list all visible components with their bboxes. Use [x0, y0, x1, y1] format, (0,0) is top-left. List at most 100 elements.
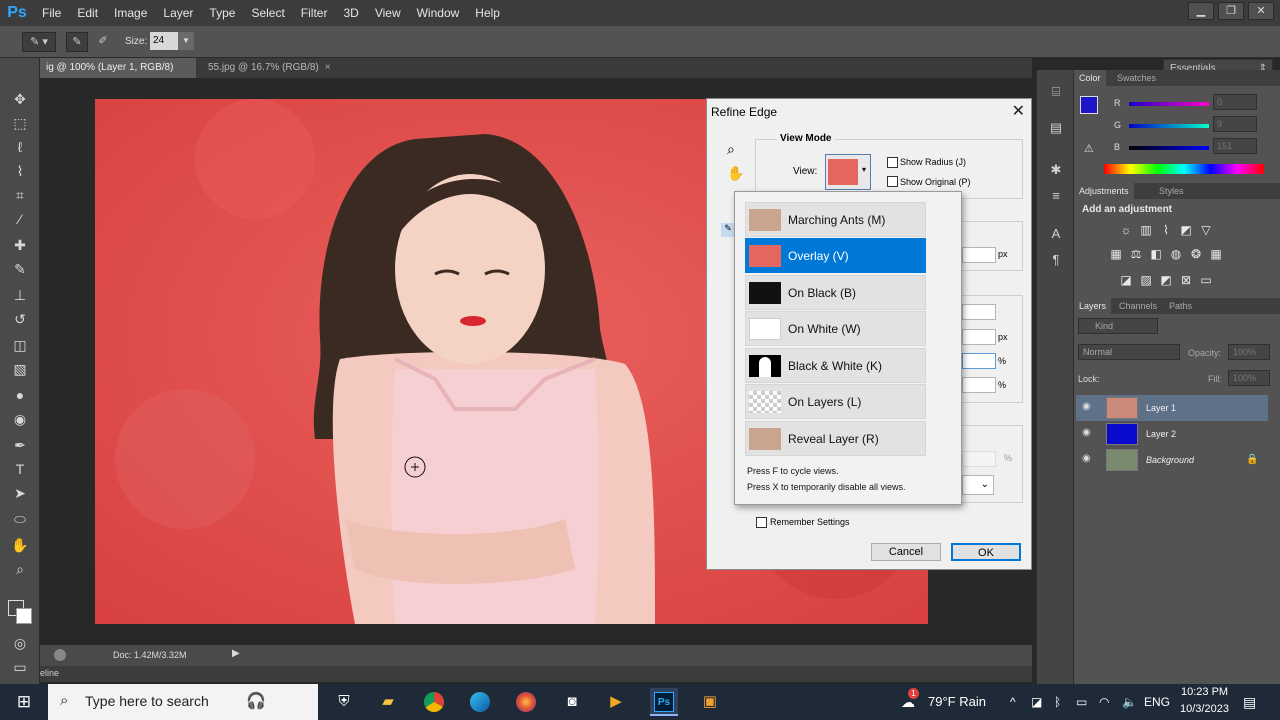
- blend-mode-select[interactable]: Normal: [1078, 344, 1180, 360]
- menu-help[interactable]: Help: [467, 0, 508, 26]
- minimize-button[interactable]: ▁: [1188, 2, 1214, 20]
- firefox-icon[interactable]: [514, 690, 538, 714]
- visibility-eye-icon[interactable]: ◉: [1082, 427, 1091, 438]
- tab-adjustments[interactable]: Adjustments: [1074, 183, 1134, 199]
- chrome-icon[interactable]: [422, 690, 446, 714]
- levels-icon[interactable]: ▥: [1138, 222, 1154, 238]
- black-white-icon[interactable]: ◧: [1148, 246, 1164, 262]
- media-player-icon[interactable]: ▶: [604, 690, 628, 714]
- quick-select-tool-icon[interactable]: ⌇: [8, 160, 32, 182]
- eyedropper-tool-icon[interactable]: ⁄: [8, 208, 32, 230]
- value-r[interactable]: 0: [1213, 94, 1257, 110]
- slider-b[interactable]: [1129, 146, 1209, 150]
- close-window-button[interactable]: ✕: [1248, 2, 1274, 20]
- clock-date[interactable]: 10/3/2023: [1180, 703, 1229, 715]
- hand-tool-icon[interactable]: ✋: [727, 165, 744, 182]
- selective-color-icon[interactable]: ⊠: [1178, 272, 1194, 288]
- size-dropdown-icon[interactable]: ▼: [178, 32, 194, 50]
- menu-3d[interactable]: 3D: [335, 0, 366, 26]
- layer-row-background[interactable]: ◉ Background 🔒: [1076, 447, 1268, 473]
- shape-tool-icon[interactable]: ⬭: [8, 508, 32, 530]
- view-option-on-white[interactable]: On White (W): [745, 311, 926, 346]
- wifi-icon[interactable]: ◠: [1099, 684, 1109, 720]
- value-b[interactable]: 151: [1213, 138, 1257, 154]
- weather-text[interactable]: 79°F Rain: [928, 684, 986, 720]
- exposure-icon[interactable]: ◩: [1178, 222, 1194, 238]
- crop-tool-icon[interactable]: ⌗: [8, 184, 32, 206]
- close-icon[interactable]: ×: [325, 62, 331, 73]
- move-tool-icon[interactable]: ✥: [8, 88, 32, 110]
- brightness-icon[interactable]: ☼: [1118, 222, 1134, 238]
- curves-icon[interactable]: ⌇: [1158, 222, 1174, 238]
- file-explorer-icon[interactable]: ▰: [376, 690, 400, 714]
- background-color-swatch[interactable]: [16, 608, 32, 624]
- menu-filter[interactable]: Filter: [293, 0, 336, 26]
- quick-mask-icon[interactable]: ◎: [8, 632, 32, 654]
- tab-styles[interactable]: Styles: [1154, 183, 1189, 199]
- foreground-color[interactable]: [1080, 96, 1098, 114]
- shift-edge-input[interactable]: [962, 377, 996, 393]
- chevron-up-icon[interactable]: ^: [1010, 684, 1016, 720]
- view-option-black-white[interactable]: Black & White (K): [745, 348, 926, 383]
- battery-icon[interactable]: ▭: [1076, 684, 1087, 720]
- view-option-on-layers[interactable]: On Layers (L): [745, 384, 926, 419]
- pen-tool-icon[interactable]: ✒: [8, 434, 32, 456]
- color-spectrum[interactable]: [1104, 164, 1264, 174]
- ok-button[interactable]: OK: [951, 543, 1021, 561]
- healing-tool-icon[interactable]: ✚: [8, 234, 32, 256]
- layer-filter-select[interactable]: Kind: [1078, 318, 1158, 334]
- security-shield-icon[interactable]: ⛨: [332, 690, 356, 714]
- value-g[interactable]: 9: [1213, 116, 1257, 132]
- hue-saturation-icon[interactable]: ▦: [1108, 246, 1124, 262]
- paragraph-icon[interactable]: ¶: [1046, 250, 1066, 270]
- taskbar-search[interactable]: ⌕ Type here to search 🎧: [48, 684, 318, 720]
- color-balance-icon[interactable]: ⚖: [1128, 246, 1144, 262]
- tab-active-document[interactable]: ig @ 100% (Layer 1, RGB/8) *×: [40, 58, 196, 93]
- output-to-select[interactable]: ⌄: [962, 475, 994, 495]
- fill-input[interactable]: 100%: [1228, 370, 1270, 386]
- size-input[interactable]: 24: [150, 32, 178, 50]
- brush-add-icon[interactable]: ✎: [66, 32, 88, 52]
- app-icon[interactable]: ▣: [698, 690, 722, 714]
- stamp-tool-icon[interactable]: ⊥: [8, 284, 32, 306]
- gradient-map-icon[interactable]: ▭: [1198, 272, 1214, 288]
- gradient-tool-icon[interactable]: ▧: [8, 358, 32, 380]
- slider-r[interactable]: [1129, 102, 1209, 106]
- path-select-icon[interactable]: ➤: [8, 482, 32, 504]
- menu-window[interactable]: Window: [409, 0, 468, 26]
- photo-filter-icon[interactable]: ◍: [1168, 246, 1184, 262]
- tab-paths[interactable]: Paths: [1164, 298, 1197, 314]
- vibrance-icon[interactable]: ▽: [1198, 222, 1214, 238]
- view-option-overlay[interactable]: Overlay (V): [745, 238, 926, 273]
- zoom-tool-icon[interactable]: ⌕: [727, 141, 735, 158]
- tray-apps-icon[interactable]: ◪: [1031, 684, 1042, 720]
- tab-55-jpg[interactable]: 55.jpg @ 16.7% (RGB/8) ×: [202, 58, 352, 78]
- view-option-marching-ants[interactable]: Marching Ants (M): [745, 202, 926, 237]
- brush-preset-icon[interactable]: ✎ ▾: [22, 32, 56, 52]
- tab-swatches[interactable]: Swatches: [1112, 70, 1161, 86]
- feather-input[interactable]: [962, 329, 996, 345]
- status-arrow-icon[interactable]: ▶: [232, 648, 240, 659]
- hand-tool-icon[interactable]: ✋: [8, 534, 32, 556]
- lasso-tool-icon[interactable]: ℓ: [8, 136, 32, 158]
- restore-button[interactable]: ❐: [1218, 2, 1244, 20]
- opacity-input[interactable]: 100%: [1228, 344, 1270, 360]
- remember-settings-checkbox[interactable]: [756, 517, 767, 528]
- slider-g[interactable]: [1129, 124, 1209, 128]
- screen-mode-icon[interactable]: ▭: [8, 656, 32, 678]
- close-icon[interactable]: ✕: [1012, 101, 1025, 121]
- volume-icon[interactable]: 🔈: [1122, 684, 1137, 720]
- amount-input[interactable]: [962, 451, 996, 467]
- brush-subtract-icon[interactable]: ✐: [92, 32, 114, 52]
- type-tool-icon[interactable]: T: [8, 458, 32, 480]
- history-brush-icon[interactable]: ↺: [8, 308, 32, 330]
- photoshop-taskbar-button[interactable]: Ps: [650, 688, 678, 716]
- color-lookup-icon[interactable]: ▦: [1208, 246, 1224, 262]
- posterize-icon[interactable]: ▨: [1138, 272, 1154, 288]
- brush-tool-icon[interactable]: ✎: [8, 258, 32, 280]
- show-original-checkbox[interactable]: [887, 176, 898, 187]
- radius-input[interactable]: [962, 247, 996, 263]
- menu-image[interactable]: Image: [106, 0, 155, 26]
- edge-icon[interactable]: [468, 690, 492, 714]
- view-option-on-black[interactable]: On Black (B): [745, 275, 926, 310]
